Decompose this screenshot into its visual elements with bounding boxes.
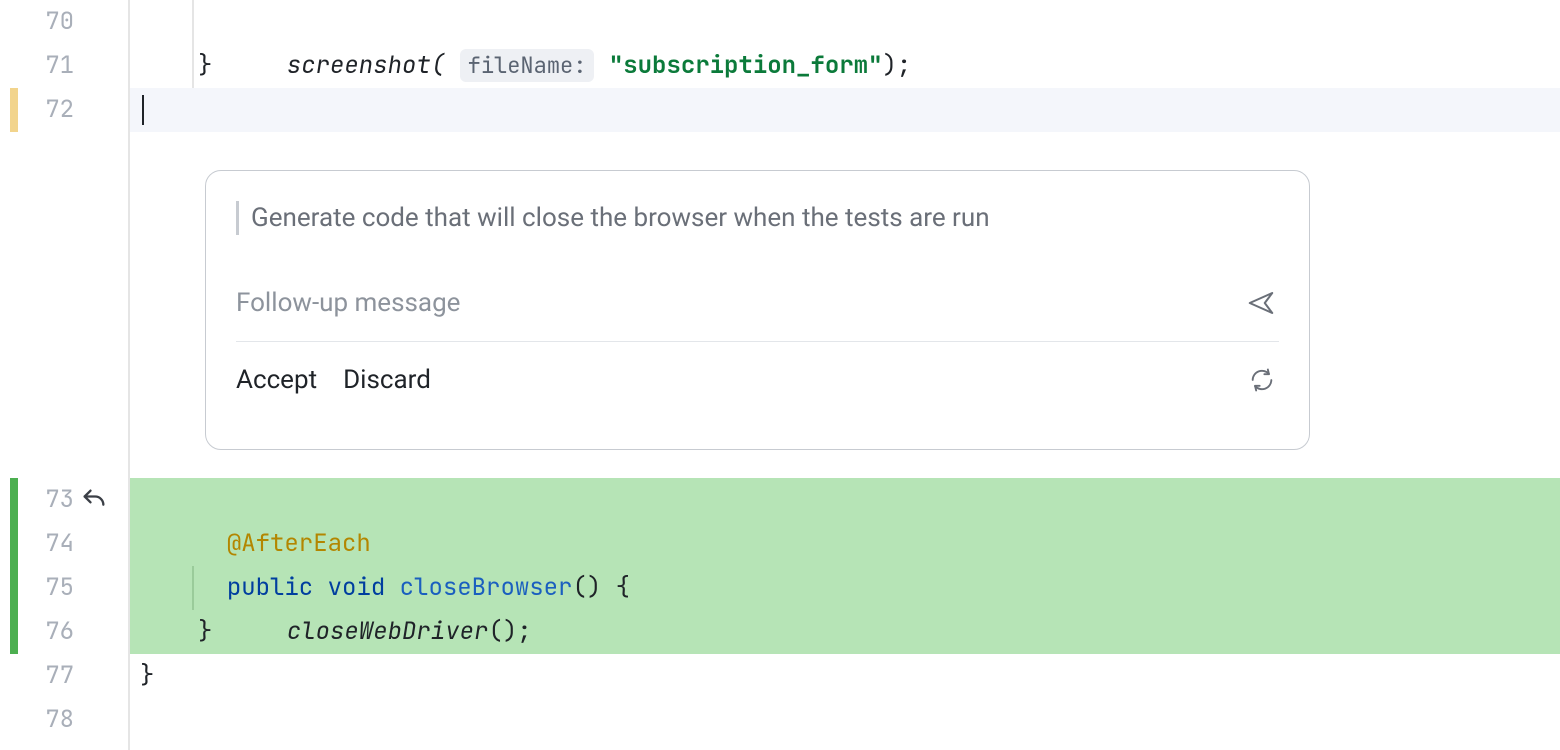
code-line: } xyxy=(198,610,212,654)
code-line: screenshot( fileName: "subscription_form… xyxy=(258,0,911,44)
ai-followup-input[interactable] xyxy=(236,288,1123,318)
code-line: public void closeBrowser() { xyxy=(198,522,630,566)
change-marker-added[interactable] xyxy=(10,478,18,654)
send-button[interactable] xyxy=(1243,285,1279,321)
editor-gutter xyxy=(18,0,130,750)
regenerate-button[interactable] xyxy=(1245,363,1279,397)
refresh-icon xyxy=(1248,366,1276,394)
ai-inline-panel: Generate code that will close the browse… xyxy=(205,170,1310,450)
panel-divider xyxy=(236,341,1279,342)
current-line-highlight xyxy=(130,88,1560,132)
change-marker-modified[interactable] xyxy=(10,88,18,132)
code-line: } xyxy=(140,654,154,698)
param-hint: fileName: xyxy=(460,49,595,82)
code-line: closeWebDriver(); xyxy=(258,566,532,610)
function-call: closeWebDriver xyxy=(287,616,489,647)
discard-button[interactable]: Discard xyxy=(343,365,431,395)
code-line: } xyxy=(198,44,212,88)
send-icon xyxy=(1246,288,1276,318)
ai-previous-prompt: Generate code that will close the browse… xyxy=(236,201,1279,235)
text-caret xyxy=(142,95,144,125)
undo-icon xyxy=(80,486,108,514)
accept-button[interactable]: Accept xyxy=(236,365,317,395)
code-line: @AfterEach xyxy=(198,478,371,522)
function-call: screenshot xyxy=(287,50,431,81)
string-literal: subscription_form xyxy=(623,50,868,81)
undo-change-button[interactable] xyxy=(80,478,108,522)
